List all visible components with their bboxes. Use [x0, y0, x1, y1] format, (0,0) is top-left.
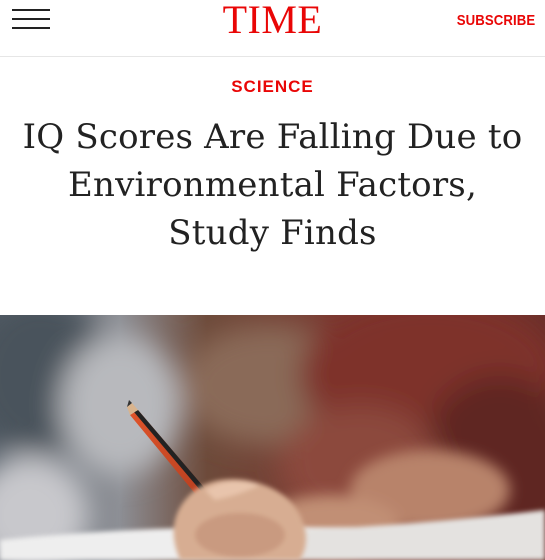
- subscribe-link[interactable]: SUBSCRIBE: [456, 12, 535, 29]
- hero-image: [0, 315, 545, 560]
- article-headline: IQ Scores Are Falling Due to Environment…: [22, 117, 523, 253]
- site-header: TIME SUBSCRIBE: [0, 0, 545, 57]
- section-label[interactable]: SCIENCE: [0, 77, 545, 97]
